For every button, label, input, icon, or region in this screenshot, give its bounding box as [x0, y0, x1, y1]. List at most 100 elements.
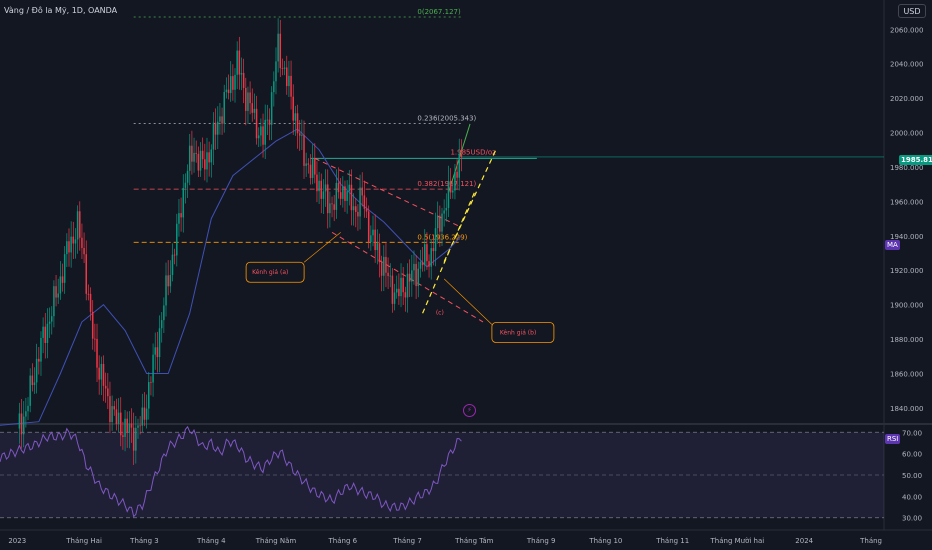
candle-body [184, 182, 187, 188]
candle-body [208, 152, 210, 163]
candle-body [107, 388, 109, 397]
rsi-band [0, 425, 884, 519]
x-tick-label: Tháng 3 [129, 537, 159, 545]
candle-body [443, 210, 445, 214]
currency-button[interactable]: USD [898, 4, 926, 18]
candle-body [408, 273, 411, 282]
candle-body [307, 163, 310, 165]
candle-body [91, 311, 94, 339]
candle-body [145, 408, 148, 420]
candle-body [277, 33, 279, 62]
rsi-tick-label: 40.00 [902, 493, 922, 501]
candle-body [367, 211, 370, 243]
candle-body [361, 187, 363, 196]
candle-body [160, 320, 163, 329]
candle-body [115, 409, 118, 424]
candle-body [182, 187, 185, 218]
candle-body [191, 145, 193, 162]
candle-body [22, 416, 25, 435]
candle-body [281, 68, 284, 69]
candle-body [456, 171, 458, 178]
candle-body [426, 244, 428, 262]
candle-body [217, 121, 219, 135]
candle-body [83, 247, 85, 255]
candle-body [76, 211, 79, 240]
candle-body [197, 153, 200, 171]
candle-body [357, 211, 359, 217]
x-tick-label: Tháng Tám [454, 537, 494, 545]
candle-body [98, 367, 100, 380]
candle-body [249, 92, 251, 104]
candle-body [85, 254, 87, 294]
candle-body [240, 72, 243, 75]
candle-body [359, 187, 361, 217]
candle-body [355, 206, 357, 212]
candle-body [452, 190, 454, 193]
candle-body [376, 243, 379, 251]
candle-body [247, 92, 249, 111]
candle-body [391, 275, 394, 304]
candle-body [411, 270, 413, 282]
fib-level-label: 0.382(1967.121) [417, 180, 476, 188]
candle-body [260, 126, 262, 136]
candle-body [173, 254, 176, 256]
candle-body [460, 154, 463, 157]
candle-body [148, 382, 150, 409]
candle-body [389, 275, 392, 277]
candle-body [206, 152, 208, 170]
candle-body [275, 61, 277, 82]
candle-body [171, 254, 174, 275]
candle-body [292, 96, 294, 121]
candle-body [449, 181, 452, 193]
annotation-label-a: Kênh giá (a) [252, 269, 288, 276]
ma-indicator-badge[interactable]: MA [885, 240, 900, 250]
candle-body [61, 276, 64, 283]
candle-body [419, 262, 422, 269]
candle-body [169, 274, 172, 287]
candle-body [303, 135, 305, 166]
candle-body [132, 427, 135, 451]
candle-body [167, 275, 169, 287]
candle-body [59, 276, 62, 294]
candle-body [79, 211, 81, 238]
candle-body [89, 293, 92, 312]
candle-body [454, 171, 456, 191]
candle-body [402, 277, 404, 293]
chart-canvas[interactable]: 0(2067.127) 0.236(2005.343) 0.382(1967.121… [0, 0, 932, 550]
candle-body [163, 305, 165, 321]
candle-body [186, 170, 189, 183]
candle-body [68, 241, 70, 253]
x-tick-label: Tháng 11 [655, 537, 689, 545]
candle-body [253, 108, 256, 113]
candle-body [348, 184, 351, 192]
candle-body [225, 89, 228, 92]
resistance-label: 1.985USD/oz [450, 148, 496, 156]
candle-body [152, 354, 154, 383]
candle-body [141, 407, 144, 426]
y-tick-label: 1980.000 [890, 164, 923, 172]
rsi-tick-label: 70.00 [902, 429, 922, 437]
x-tick-label: Tháng 10 [588, 537, 622, 545]
candle-body [46, 323, 49, 343]
candle-body [363, 195, 366, 209]
candle-body [286, 67, 288, 87]
candle-body [428, 261, 430, 267]
candle-body [214, 122, 217, 135]
candle-body [421, 262, 424, 266]
candle-body [100, 363, 103, 380]
rsi-tick-label: 60.00 [902, 451, 922, 459]
candle-body [219, 116, 221, 122]
candle-body [255, 108, 258, 139]
y-tick-label: 1840.000 [890, 405, 923, 413]
candle-body [270, 92, 273, 125]
candle-body [316, 174, 318, 192]
candle-body [94, 338, 96, 340]
x-tick-label: Tháng [859, 537, 882, 545]
rsi-indicator-badge[interactable]: RSI [885, 434, 901, 444]
candle-body [232, 76, 234, 90]
lightning-icon[interactable]: ⚡ [463, 404, 476, 417]
candle-body [245, 87, 247, 111]
candle-body [111, 406, 113, 423]
candle-body [242, 72, 245, 88]
candle-body [406, 273, 409, 298]
